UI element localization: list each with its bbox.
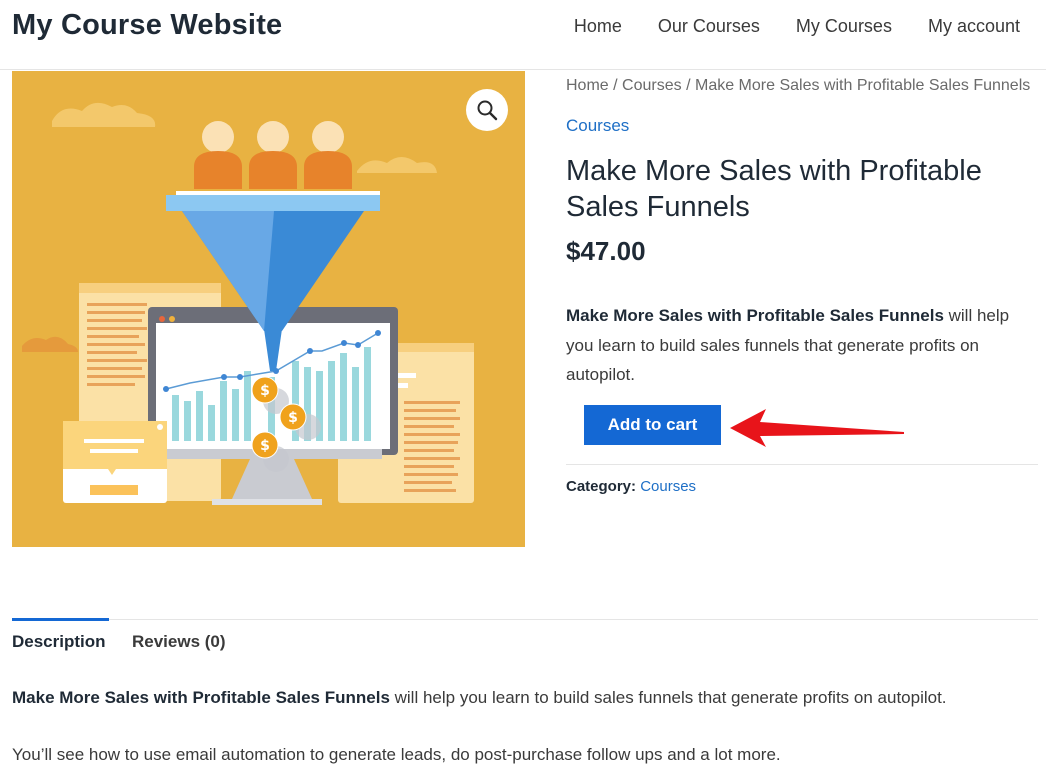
breadcrumb-courses[interactable]: Courses — [622, 77, 682, 94]
breadcrumb-current: Make More Sales with Profitable Sales Fu… — [694, 77, 1031, 94]
site-header: My Course Website Home Our Courses My Co… — [0, 0, 1046, 70]
summary-divider — [566, 464, 1038, 465]
red-arrow-annotation — [730, 409, 904, 447]
zoom-button[interactable] — [466, 89, 508, 131]
breadcrumb-home[interactable]: Home — [566, 77, 609, 94]
category-label: Category: — [566, 478, 637, 495]
description-paragraph-2: You’ll see how to use email automation t… — [12, 745, 781, 764]
nav-item-home[interactable]: Home — [574, 16, 622, 37]
magnifier-icon — [477, 100, 498, 121]
description-paragraph-1: Make More Sales with Profitable Sales Fu… — [12, 688, 947, 708]
site-title[interactable]: My Course Website — [12, 9, 282, 42]
tab-description[interactable]: Description — [12, 632, 106, 652]
active-tab-indicator — [12, 618, 109, 621]
add-to-cart-button[interactable]: Add to cart — [584, 405, 721, 445]
nav-item-my-courses[interactable]: My Courses — [796, 16, 892, 37]
svg-text:$: $ — [260, 438, 270, 454]
nav-item-my-account[interactable]: My account — [928, 16, 1020, 37]
svg-text:$: $ — [288, 410, 298, 426]
product-title: Make More Sales with Profitable Sales Fu… — [566, 155, 982, 223]
main-nav: Home Our Courses My Courses My account — [574, 16, 1020, 37]
sales-funnel-illustration: $ $ $ — [22, 102, 474, 505]
product-category-link[interactable]: Courses — [566, 116, 629, 136]
tabs-divider — [12, 619, 1038, 620]
breadcrumb-separator: / — [613, 77, 618, 94]
nav-item-our-courses[interactable]: Our Courses — [658, 16, 760, 37]
description-text: will help you learn to build sales funne… — [389, 688, 947, 707]
category-value-link[interactable]: Courses — [640, 478, 696, 495]
product-image[interactable]: $ $ $ — [12, 71, 525, 547]
breadcrumb-separator: / — [686, 77, 691, 94]
product-price: $47.00 — [566, 236, 646, 266]
short-description-bold: Make More Sales with Profitable Sales Fu… — [566, 306, 944, 325]
product-short-description: Make More Sales with Profitable Sales Fu… — [566, 301, 1036, 390]
tab-reviews[interactable]: Reviews (0) — [132, 632, 226, 652]
description-bold: Make More Sales with Profitable Sales Fu… — [12, 688, 390, 707]
svg-text:$: $ — [260, 383, 270, 399]
product-meta: Category: Courses — [566, 478, 696, 495]
breadcrumb: Home / Courses / Make More Sales with Pr… — [566, 77, 1030, 95]
